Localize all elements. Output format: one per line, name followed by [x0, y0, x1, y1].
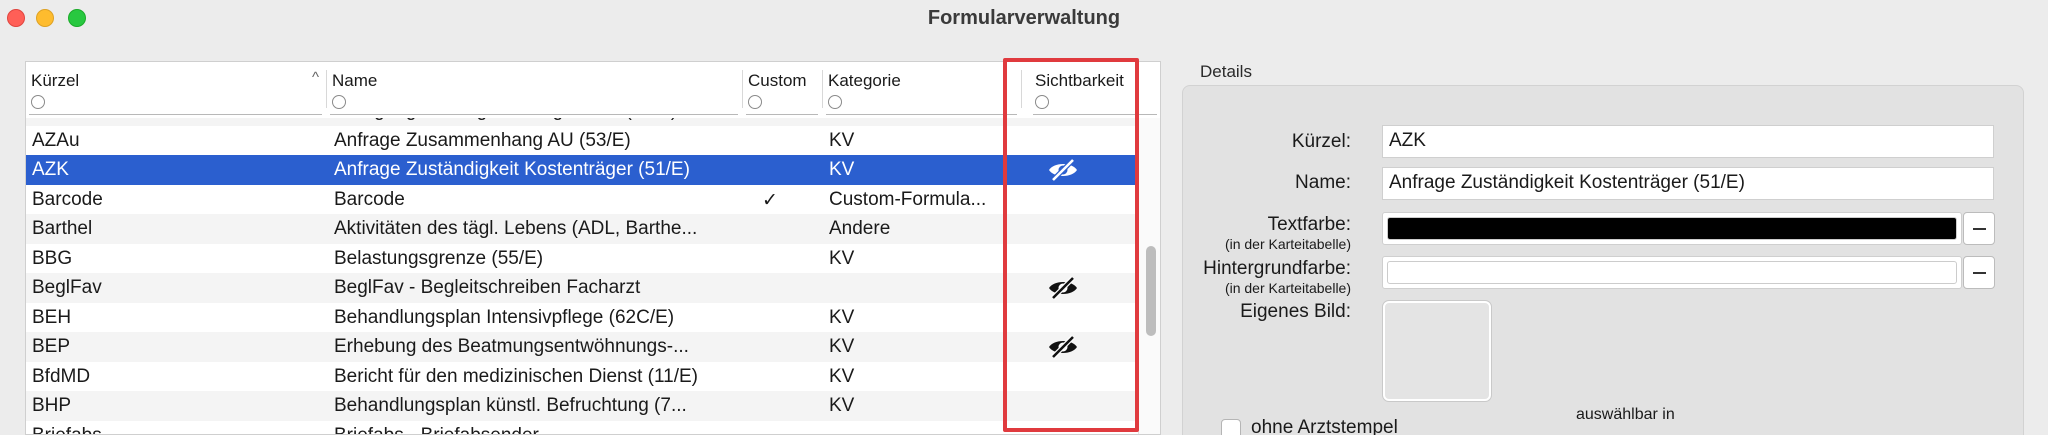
row-kategorie: KV — [829, 306, 855, 328]
table-row[interactable]: Barthel Aktivitäten des tägl. Lebens (ADL… — [26, 214, 1138, 244]
column-label: Name — [332, 71, 378, 90]
textfarbe-remove-button[interactable] — [1963, 212, 1995, 245]
row-kategorie: KV — [829, 336, 855, 357]
table-row[interactable]: BEH Behandlungsplan Intensivpflege (62C/E… — [26, 303, 1138, 333]
row-kategorie: KV — [829, 365, 855, 387]
row-name: Behandlungsplan künstl. Befruchtung (7..… — [334, 395, 687, 416]
table-row[interactable]: Briefabs Briefabs - Briefabsender — [26, 421, 1138, 435]
row-name: Briefabs - Briefabsender — [334, 424, 539, 435]
row-name: Anfrage Zusammenhang AU (53/E) — [334, 129, 631, 151]
column-header-name[interactable]: Name — [327, 62, 743, 118]
row-kuerzel: Barcode — [32, 188, 103, 210]
row-kuerzel: AZAu — [32, 129, 80, 151]
table-header: Kürzel ^ Name Custom Kategorie Sichtbark… — [26, 62, 1160, 118]
textfarbe-sublabel: (in der Karteitabelle) — [1224, 236, 1351, 252]
row-kuerzel: BEH — [32, 306, 72, 328]
row-name: Barcode — [334, 188, 405, 210]
table-row[interactable]: AVKAnregung Vorsorgeleistung Kurort (25/… — [26, 118, 1138, 126]
hintergrundfarbe-swatch — [1387, 261, 1957, 284]
column-filter-radio[interactable] — [31, 95, 45, 109]
row-kategorie: Andere — [829, 218, 891, 239]
scrollbar-thumb[interactable] — [1146, 246, 1156, 336]
row-name: Anregung Vorsorgeleistung Kurort (25/E) — [334, 118, 766, 122]
kuerzel-field[interactable]: AZK — [1382, 125, 1994, 158]
eigenes-bild-well[interactable] — [1383, 301, 1491, 401]
row-kategorie: KV — [829, 395, 855, 416]
title-bar: Formularverwaltung — [0, 0, 2048, 38]
row-kategorie: KV — [829, 118, 1029, 122]
auswaehlbar-in-label: auswählbar in — [1576, 406, 1675, 423]
hintergrundfarbe-label: Hintergrundfarbe: — [1203, 258, 1351, 279]
table-row[interactable]: AZK Anfrage Zuständigkeit Kostenträger (5… — [26, 155, 1138, 185]
column-label: Kürzel — [31, 71, 80, 90]
row-kuerzel: AZK — [32, 159, 69, 180]
row-name: Erhebung des Beatmungsentwöhnungs-... — [334, 336, 689, 357]
row-kategorie: KV — [829, 159, 855, 180]
window-title: Formularverwaltung — [927, 7, 1121, 29]
forms-table[interactable]: Kürzel ^ Name Custom Kategorie Sichtbark… — [25, 61, 1161, 435]
row-custom: ✓ — [762, 189, 778, 211]
hintergrundfarbe-sublabel: (in der Karteitabelle) — [1224, 280, 1351, 296]
row-kuerzel: BeglFav — [32, 277, 102, 298]
row-name: BeglFav - Begleitschreiben Facharzt — [334, 277, 641, 298]
table-row[interactable]: BeglFav BeglFav - Begleitschreiben Fachar… — [26, 273, 1138, 303]
row-kuerzel: AVK — [32, 118, 332, 122]
ohne-arztstempel-checkbox[interactable] — [1221, 419, 1241, 435]
row-kategorie: KV — [829, 247, 855, 269]
textfarbe-color-well[interactable] — [1382, 212, 1962, 245]
textfarbe-label: Textfarbe: — [1267, 214, 1351, 235]
row-name: Anfrage Zuständigkeit Kostenträger (51/E… — [334, 159, 690, 180]
row-name: Aktivitäten des tägl. Lebens (ADL, Barth… — [334, 218, 698, 239]
row-name: Belastungsgrenze (55/E) — [334, 247, 544, 269]
row-kuerzel: Briefabs — [32, 424, 102, 435]
row-name: Behandlungsplan Intensivpflege (62C/E) — [334, 306, 675, 328]
row-kuerzel: BfdMD — [32, 365, 91, 387]
textfarbe-swatch — [1387, 217, 1957, 240]
ohne-arztstempel-label: ohne Arztstempel — [1251, 417, 1398, 435]
table-row[interactable]: BHP Behandlungsplan künstl. Befruchtung (… — [26, 391, 1138, 421]
table-rows: AVKAnregung Vorsorgeleistung Kurort (25/… — [26, 118, 1138, 435]
column-header-kuerzel[interactable]: Kürzel ^ — [26, 62, 327, 118]
vertical-scrollbar[interactable] — [1138, 118, 1160, 434]
hintergrundfarbe-color-well[interactable] — [1382, 256, 1962, 289]
details-panel: Kürzel: AZK Name: Anfrage Zuständigkeit … — [1182, 85, 2024, 435]
row-name: Bericht für den medizinischen Dienst (11… — [334, 365, 698, 387]
name-field[interactable]: Anfrage Zuständigkeit Kostenträger (51/E… — [1382, 167, 1994, 200]
column-label: Kategorie — [828, 71, 901, 90]
details-section-label: Details — [1200, 62, 1252, 81]
row-kuerzel: BEP — [32, 336, 71, 357]
table-row[interactable]: BBG Belastungsgrenze (55/E) KV — [26, 244, 1138, 274]
table-row[interactable]: BfdMD Bericht für den medizinischen Diens… — [26, 362, 1138, 392]
table-body: AVKAnregung Vorsorgeleistung Kurort (25/… — [26, 118, 1138, 435]
column-filter-radio[interactable] — [748, 95, 762, 109]
kuerzel-label: Kürzel: — [1291, 131, 1351, 152]
hintergrundfarbe-remove-button[interactable] — [1963, 256, 1995, 289]
table-row[interactable]: AZAu Anfrage Zusammenhang AU (53/E) KV — [26, 126, 1138, 156]
column-header-kategorie[interactable]: Kategorie — [823, 62, 1022, 118]
column-filter-radio[interactable] — [332, 95, 346, 109]
row-kuerzel: BBG — [32, 247, 73, 269]
row-kuerzel: BHP — [32, 395, 72, 416]
sichtbarkeit-column-highlight — [1003, 58, 1139, 432]
table-row[interactable]: BEP Erhebung des Beatmungsentwöhnungs-...… — [26, 332, 1138, 362]
row-kategorie: KV — [829, 129, 855, 151]
column-label: Custom — [748, 71, 807, 90]
eigenes-bild-label: Eigenes Bild: — [1240, 301, 1351, 322]
row-kuerzel: Barthel — [32, 218, 93, 239]
sort-ascending-icon: ^ — [311, 69, 319, 86]
table-row[interactable]: Barcode Barcode ✓ Custom-Formula... — [26, 185, 1138, 215]
name-label: Name: — [1295, 172, 1351, 193]
row-kategorie: Custom-Formula... — [829, 188, 987, 210]
column-header-custom[interactable]: Custom — [743, 62, 823, 118]
column-filter-radio[interactable] — [828, 95, 842, 109]
